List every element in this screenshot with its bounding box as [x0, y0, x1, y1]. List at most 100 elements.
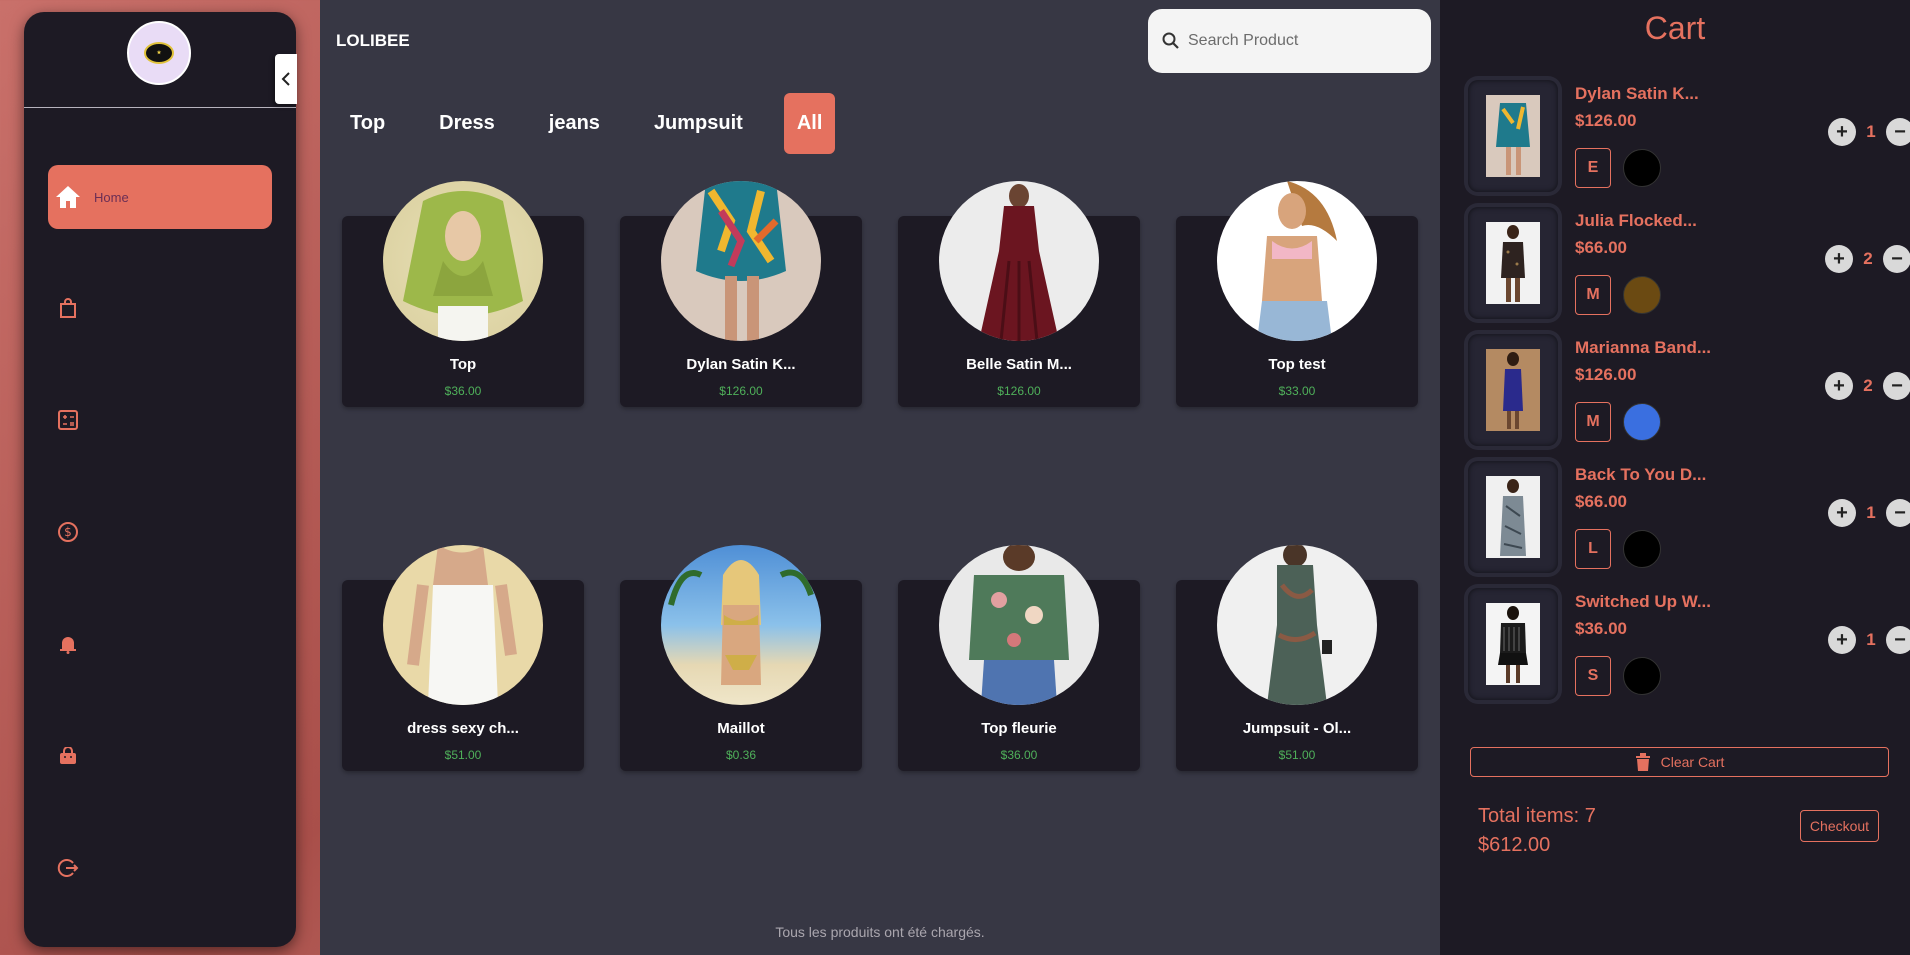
- cart-item-name: Julia Flocked...: [1575, 211, 1697, 230]
- cart-item-name: Back To You D...: [1575, 465, 1707, 484]
- product-name: Top: [449, 356, 477, 373]
- quantity-value: 1: [1866, 122, 1876, 141]
- sidebar-item-calculator[interactable]: [48, 388, 272, 452]
- checkout-button[interactable]: Checkout: [1800, 810, 1879, 842]
- cart-item-price: $66.00: [1575, 492, 1627, 511]
- product-name: Jumpsuit - Ol...: [1242, 720, 1352, 737]
- cart-item: Julia Flocked... $66.00 M + 2 −: [1468, 207, 1910, 323]
- product-image: [383, 181, 543, 341]
- cart-item-thumbnail: [1468, 461, 1558, 573]
- cart-item-size[interactable]: E: [1575, 148, 1611, 188]
- cart-item-color-swatch[interactable]: [1623, 149, 1661, 187]
- chevron-left-icon: [281, 72, 290, 86]
- product-card[interactable]: Jumpsuit - Ol... $51.00: [1176, 545, 1418, 771]
- cart-item-color-swatch[interactable]: [1623, 403, 1661, 441]
- tab-dress[interactable]: Dress: [426, 93, 508, 154]
- total-price: $612.00: [1478, 834, 1551, 856]
- product-card[interactable]: Top test $33.00: [1176, 181, 1418, 407]
- cart-item-price: $36.00: [1575, 619, 1627, 638]
- increase-quantity-button[interactable]: +: [1825, 372, 1853, 400]
- product-name: Top test: [1268, 356, 1326, 373]
- decrease-quantity-button[interactable]: −: [1886, 626, 1910, 654]
- cart-panel: Cart Dylan Satin K... $126.00 E + 1 − Ju…: [1440, 0, 1910, 955]
- decrease-quantity-button[interactable]: −: [1886, 118, 1910, 146]
- product-card[interactable]: Dylan Satin K... $126.00: [620, 181, 862, 407]
- product-image: [661, 181, 821, 341]
- sidebar-item-orders[interactable]: [48, 724, 272, 788]
- cart-item-color-swatch[interactable]: [1623, 276, 1661, 314]
- search-input[interactable]: [1188, 32, 1408, 50]
- main-content: LOLIBEE Top Dress jeans Jumpsuit All Top…: [320, 0, 1440, 955]
- sidebar-item-label: Home: [94, 189, 129, 205]
- shopping-bag-icon: [60, 747, 76, 764]
- product-price: $36.00: [444, 384, 482, 398]
- cart-item-size[interactable]: M: [1575, 402, 1611, 442]
- increase-quantity-button[interactable]: +: [1828, 118, 1856, 146]
- quantity-stepper: + 2 −: [1825, 245, 1910, 273]
- cart-item: Switched Up W... $36.00 S + 1 −: [1468, 588, 1910, 704]
- logo: ★: [127, 21, 191, 85]
- cart-item-color-swatch[interactable]: [1623, 530, 1661, 568]
- clear-cart-label: Clear Cart: [1660, 754, 1725, 770]
- cart-item-price: $126.00: [1575, 111, 1637, 130]
- cart-item-name: Dylan Satin K...: [1575, 84, 1699, 103]
- trash-icon: [1635, 753, 1650, 771]
- sidebar: ★ Home $: [24, 12, 297, 947]
- cart-item: Back To You D... $66.00 L + 1 −: [1468, 461, 1910, 577]
- sidebar-item-logout[interactable]: [48, 836, 272, 900]
- quantity-value: 2: [1863, 376, 1873, 395]
- increase-quantity-button[interactable]: +: [1828, 626, 1856, 654]
- quantity-stepper: + 2 −: [1825, 372, 1910, 400]
- increase-quantity-button[interactable]: +: [1828, 499, 1856, 527]
- cart-item-size[interactable]: L: [1575, 529, 1611, 569]
- tab-top[interactable]: Top: [337, 93, 398, 154]
- sidebar-item-finance[interactable]: $: [48, 500, 272, 564]
- sidebar-item-products[interactable]: [48, 276, 272, 340]
- product-card[interactable]: Top $36.00: [342, 181, 584, 407]
- tab-all[interactable]: All: [783, 93, 836, 154]
- cart-item-price: $66.00: [1575, 238, 1627, 257]
- loaded-status-text: Tous les produits ont été chargés.: [775, 924, 985, 940]
- sidebar-item-notifications[interactable]: [48, 612, 272, 676]
- product-card[interactable]: dress sexy ch... $51.00: [342, 545, 584, 771]
- cart-item-price: $126.00: [1575, 365, 1637, 384]
- total-items: Total items: 7: [1478, 805, 1596, 827]
- product-card[interactable]: Top fleurie $36.00: [898, 545, 1140, 771]
- quantity-stepper: + 1 −: [1828, 499, 1910, 527]
- product-image: [1217, 545, 1377, 705]
- search-icon: [1162, 32, 1179, 49]
- product-name: dress sexy ch...: [407, 720, 519, 737]
- cart-item-thumbnail: [1468, 588, 1558, 700]
- product-card[interactable]: Belle Satin M... $126.00: [898, 181, 1140, 407]
- product-name: Maillot: [717, 720, 765, 737]
- brand-title: LOLIBEE: [336, 31, 410, 50]
- product-name: Dylan Satin K...: [686, 356, 796, 373]
- decrease-quantity-button[interactable]: −: [1886, 499, 1910, 527]
- cart-item: Dylan Satin K... $126.00 E + 1 −: [1468, 80, 1910, 196]
- decrease-quantity-button[interactable]: −: [1883, 372, 1910, 400]
- tab-jumpsuit[interactable]: Jumpsuit: [641, 93, 756, 154]
- collapse-sidebar-button[interactable]: [275, 54, 297, 104]
- cart-item-size[interactable]: M: [1575, 275, 1611, 315]
- cart-item-thumbnail: [1468, 334, 1558, 446]
- dollar-icon: $: [58, 522, 78, 542]
- decrease-quantity-button[interactable]: −: [1883, 245, 1910, 273]
- product-name: Top fleurie: [981, 720, 1057, 737]
- product-price: $0.36: [725, 748, 757, 762]
- product-card[interactable]: Maillot $0.36: [620, 545, 862, 771]
- search-box[interactable]: [1148, 9, 1431, 73]
- cart-item-color-swatch[interactable]: [1623, 657, 1661, 695]
- product-image: [939, 181, 1099, 341]
- increase-quantity-button[interactable]: +: [1825, 245, 1853, 273]
- logo-badge-icon: ★: [144, 42, 174, 64]
- product-price: $126.00: [719, 384, 763, 398]
- bell-icon: [60, 637, 76, 654]
- sidebar-item-home[interactable]: Home: [48, 165, 272, 229]
- cart-item-name: Switched Up W...: [1575, 592, 1712, 611]
- product-price: $51.00: [444, 748, 482, 762]
- clear-cart-button[interactable]: Clear Cart: [1470, 747, 1889, 777]
- product-name: Belle Satin M...: [966, 356, 1072, 373]
- cart-item-name: Marianna Band...: [1575, 338, 1712, 357]
- tab-jeans[interactable]: jeans: [536, 93, 613, 154]
- cart-item-size[interactable]: S: [1575, 656, 1611, 696]
